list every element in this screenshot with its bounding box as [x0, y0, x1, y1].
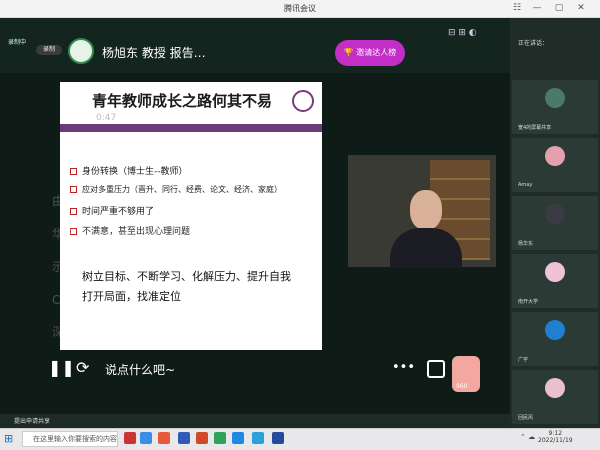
more-icon[interactable]: •••	[392, 360, 415, 375]
participant-avatar	[545, 88, 565, 108]
checkbox-icon	[70, 168, 77, 175]
participant-name: Amay	[518, 182, 533, 188]
clock-time: 9:12	[548, 430, 563, 437]
app-icon[interactable]	[158, 432, 170, 444]
invite-label: 邀请达人榜	[356, 48, 397, 57]
recording-label: 录制中	[8, 39, 27, 46]
participant-name: 广宇	[518, 357, 529, 363]
trophy-icon: 🏆	[343, 48, 357, 57]
slide-item: 身份转换（博士生--教师）	[70, 164, 188, 177]
status-text: 提出申请共享	[14, 418, 51, 425]
wechat-icon[interactable]	[214, 432, 226, 444]
share-icon[interactable]	[427, 360, 445, 378]
chat-message: CME：签到	[52, 293, 115, 307]
participant-avatar	[545, 378, 565, 398]
checkbox-icon	[70, 208, 77, 215]
windows-icon[interactable]: ⊞	[4, 432, 16, 445]
speaker-body	[390, 228, 462, 268]
chat-message: 深职院-莊正坤：签到	[52, 325, 165, 339]
host-avatar[interactable]	[68, 38, 94, 64]
participant-avatar	[545, 320, 565, 340]
taskbar-search-input[interactable]: 在这里输入你要搜索的内容	[22, 431, 118, 447]
ppt-icon[interactable]	[196, 432, 208, 444]
taskbar-clock[interactable]: 9:12 2022/11/19	[538, 430, 573, 444]
participant-name: 南开大学	[518, 299, 539, 305]
participant-avatar	[545, 262, 565, 282]
status-bar	[0, 414, 510, 428]
slide-item-text: 身份转换（博士生--教师）	[82, 167, 188, 177]
university-logo-icon	[292, 90, 314, 112]
pinned-time: 0:47	[96, 113, 117, 123]
comment-input[interactable]: 说点什么吧~	[105, 356, 365, 384]
like-count: 960	[456, 383, 468, 390]
record-pill[interactable]: 录制	[36, 45, 62, 55]
refresh-icon[interactable]: ⟳	[76, 358, 89, 377]
speaker-head	[410, 190, 442, 230]
chat-message: 由博-韦小嫱：签到	[52, 194, 153, 208]
app-icon[interactable]	[272, 432, 284, 444]
participant-avatar	[545, 204, 565, 224]
top-tool-icons[interactable]: ⊟ ⊞ ◐	[448, 28, 477, 38]
meeting-icon[interactable]	[232, 432, 244, 444]
app-icon[interactable]	[140, 432, 152, 444]
host-title[interactable]: 杨旭东 教授 报告…	[102, 44, 206, 61]
app-icon[interactable]	[124, 432, 136, 444]
chat-message: 华学院-韦小嫱：签到	[52, 227, 165, 241]
participant-name: 宽4的屏幕共享	[518, 125, 552, 131]
chat-message: 示佳学院张莉：签到	[52, 260, 161, 274]
layout-icon[interactable]: ☷	[510, 2, 524, 15]
pause-icon[interactable]: ❚❚	[48, 358, 75, 377]
minimize-button[interactable]: —	[530, 2, 544, 15]
participant-name: 杨华东	[518, 241, 534, 247]
slide-title: 青年教师成长之路何其不易	[92, 92, 273, 110]
word-icon[interactable]	[178, 432, 190, 444]
tray-icons[interactable]: ⌃ ☁	[520, 433, 535, 441]
invite-ranking-button[interactable]: 🏆 邀请达人榜	[335, 40, 405, 66]
close-button[interactable]: ✕	[574, 2, 588, 15]
participant-name: 回民风	[518, 415, 534, 421]
participant-avatar	[545, 146, 565, 166]
browser-icon[interactable]	[252, 432, 264, 444]
maximize-button[interactable]: ▢	[552, 2, 566, 15]
speaking-label: 正在讲话：	[518, 40, 549, 47]
clock-date: 2022/11/19	[538, 437, 573, 444]
slide-divider	[60, 124, 322, 132]
